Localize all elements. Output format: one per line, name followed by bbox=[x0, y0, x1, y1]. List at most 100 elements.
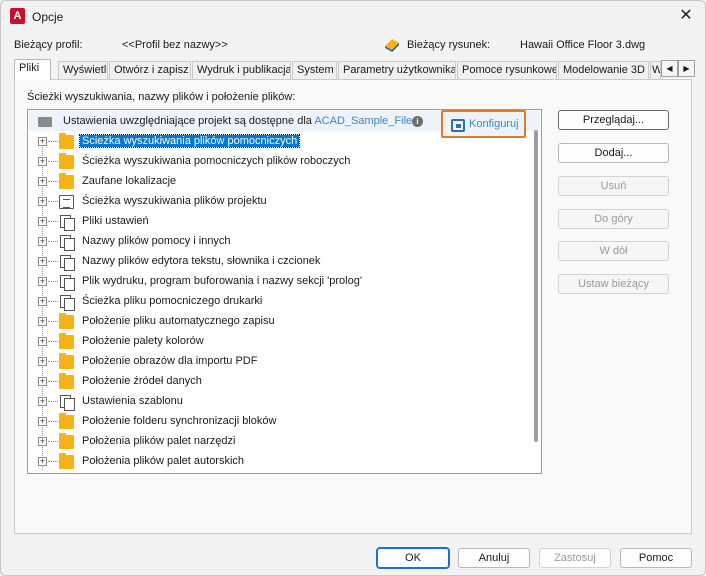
tree-connector bbox=[48, 441, 58, 442]
expand-icon[interactable]: + bbox=[38, 277, 47, 286]
tree-item-label: Położenia plików palet autorskich bbox=[82, 455, 245, 467]
tree-item[interactable]: + Plik wydruku, program buforowania i naz… bbox=[28, 272, 528, 292]
tab-wydruk-i-publikacja[interactable]: Wydruk i publikacja bbox=[192, 61, 291, 79]
tree-item-label: Nazwy plików pomocy i innych bbox=[82, 235, 231, 247]
browse-button[interactable]: Przeglądaj... bbox=[558, 110, 669, 130]
expand-icon[interactable]: + bbox=[38, 457, 47, 466]
tree-item[interactable]: + Pliki ustawień bbox=[28, 212, 528, 232]
search-paths-tree[interactable]: Ustawienia uwzględniające projekt są dos… bbox=[27, 109, 542, 474]
tree-item-label: Pliki ustawień bbox=[82, 215, 149, 227]
tree-item[interactable]: + Położenie palety kolorów bbox=[28, 332, 528, 352]
tree-item[interactable]: + Ścieżka pliku pomocniczego drukarki bbox=[28, 292, 528, 312]
ok-button[interactable]: OK bbox=[376, 547, 450, 569]
tab-modelowanie-3d[interactable]: Modelowanie 3D bbox=[558, 61, 649, 79]
tree-scrollbar[interactable] bbox=[534, 130, 538, 442]
folder-icon bbox=[59, 153, 74, 169]
expand-icon[interactable]: + bbox=[38, 357, 47, 366]
tab-truncated[interactable]: W bbox=[650, 61, 661, 79]
tree-item[interactable]: + Ścieżka wyszukiwania plików pomocniczyc… bbox=[28, 132, 528, 152]
documents-icon bbox=[59, 395, 75, 411]
folder-icon bbox=[59, 353, 74, 369]
set-current-button[interactable]: Ustaw bieżący bbox=[558, 274, 669, 294]
project-settings-message: Ustawienia uwzględniające projekt są dos… bbox=[63, 115, 315, 127]
documents-icon bbox=[59, 295, 75, 311]
expand-icon[interactable]: + bbox=[38, 237, 47, 246]
tree-item[interactable]: + Ścieżka wyszukiwania pomocniczych plikó… bbox=[28, 152, 528, 172]
expand-icon[interactable]: + bbox=[38, 297, 47, 306]
folder-icon bbox=[59, 313, 74, 329]
expand-icon[interactable]: + bbox=[38, 137, 47, 146]
tab-strip: Pliki Wyświetl Otwórz i zapisz Wydruk i … bbox=[14, 59, 695, 80]
tree-item-label: Ścieżka wyszukiwania plików projektu bbox=[82, 195, 267, 207]
drawing-icon bbox=[385, 39, 399, 52]
tree-item-label: Plik wydruku, program buforowania i nazw… bbox=[82, 275, 362, 287]
configure-label: Konfiguruj bbox=[469, 118, 519, 130]
tree-item[interactable]: + Ustawienia szablonu bbox=[28, 392, 528, 412]
tab-otworz-i-zapisz[interactable]: Otwórz i zapisz bbox=[109, 61, 191, 79]
expand-icon[interactable]: + bbox=[38, 197, 47, 206]
tree-item[interactable]: + Zaufane lokalizacje bbox=[28, 172, 528, 192]
expand-icon[interactable]: + bbox=[38, 317, 47, 326]
tree-item-label: Ustawienia szablonu bbox=[82, 395, 183, 407]
tab-scroll: ◀ ▶ bbox=[661, 60, 695, 77]
tab-pliki[interactable]: Pliki bbox=[14, 59, 51, 80]
expand-icon[interactable]: + bbox=[38, 157, 47, 166]
expand-icon[interactable]: + bbox=[38, 337, 47, 346]
folder-icon bbox=[59, 433, 74, 449]
tree-connector bbox=[48, 261, 58, 262]
folder-icon bbox=[59, 333, 74, 349]
tree-connector bbox=[48, 321, 58, 322]
tree-connector bbox=[48, 341, 58, 342]
help-button[interactable]: Pomoc bbox=[620, 548, 692, 568]
tree-item-label: Ścieżka pliku pomocniczego drukarki bbox=[82, 295, 263, 307]
current-profile-label: Bieżący profil: bbox=[14, 39, 83, 51]
folder-icon bbox=[59, 173, 74, 189]
tree-connector bbox=[48, 421, 58, 422]
tree-item[interactable]: + Położenia plików palet narzędzi bbox=[28, 432, 528, 452]
expand-icon[interactable]: + bbox=[38, 437, 47, 446]
tree-item[interactable]: + Położenie pliku automatycznego zapisu bbox=[28, 312, 528, 332]
tree-item-label: Położenie pliku automatycznego zapisu bbox=[82, 315, 275, 327]
tab-system[interactable]: System bbox=[292, 61, 337, 79]
move-down-button[interactable]: W dół bbox=[558, 241, 669, 261]
tree-item[interactable]: + Położenie folderu synchronizacji bloków bbox=[28, 412, 528, 432]
remove-button[interactable]: Usuń bbox=[558, 176, 669, 196]
expand-icon[interactable]: + bbox=[38, 377, 47, 386]
tab-wyswietl[interactable]: Wyświetl bbox=[58, 61, 108, 79]
tree-connector bbox=[48, 301, 58, 302]
add-button[interactable]: Dodaj... bbox=[558, 143, 669, 163]
tree-item[interactable]: + Ścieżka wyszukiwania plików projektu bbox=[28, 192, 528, 212]
tree-item[interactable]: + Położenia plików palet autorskich bbox=[28, 452, 528, 472]
info-icon[interactable]: i bbox=[412, 116, 423, 127]
tab-pomoce-rysunkowe[interactable]: Pomoce rysunkowe bbox=[457, 61, 557, 79]
cancel-button[interactable]: Anuluj bbox=[458, 548, 530, 568]
tree-connector bbox=[48, 461, 58, 462]
move-up-button[interactable]: Do góry bbox=[558, 209, 669, 229]
project-settings-header: Ustawienia uwzględniające projekt są dos… bbox=[29, 110, 540, 138]
tree-item-label: Ścieżka wyszukiwania pomocniczych plików… bbox=[82, 155, 351, 167]
close-icon[interactable]: ✕ bbox=[675, 5, 697, 27]
expand-icon[interactable]: + bbox=[38, 217, 47, 226]
tree-item-label: Ścieżka wyszukiwania plików pomocniczych bbox=[78, 134, 301, 148]
tab-parametry-uzytkownika[interactable]: Parametry użytkownika bbox=[338, 61, 456, 79]
expand-icon[interactable]: + bbox=[38, 397, 47, 406]
tree-item[interactable]: + Nazwy plików edytora tekstu, słownika i… bbox=[28, 252, 528, 272]
tree-connector bbox=[48, 161, 58, 162]
tree-item[interactable]: + Położenie źródeł danych bbox=[28, 372, 528, 392]
tab-scroll-left-icon[interactable]: ◀ bbox=[661, 60, 678, 77]
expand-icon[interactable]: + bbox=[38, 257, 47, 266]
project-name-link[interactable]: ACAD_Sample_Files bbox=[314, 115, 417, 127]
apply-button[interactable]: Zastosuj bbox=[539, 548, 611, 568]
tab-scroll-right-icon[interactable]: ▶ bbox=[678, 60, 695, 77]
expand-icon[interactable]: + bbox=[38, 417, 47, 426]
tree-item[interactable]: + Położenie obrazów dla importu PDF bbox=[28, 352, 528, 372]
current-drawing-label: Bieżący rysunek: bbox=[407, 39, 491, 51]
expand-icon[interactable]: + bbox=[38, 177, 47, 186]
title-bar: A Opcje ✕ bbox=[1, 1, 705, 33]
tree-item[interactable]: + Nazwy plików pomocy i innych bbox=[28, 232, 528, 252]
project-settings-text: Ustawienia uwzględniające projekt są dos… bbox=[63, 115, 418, 127]
current-profile-value: <<Profil bez nazwy>> bbox=[122, 39, 228, 51]
tree-item-label: Położenie folderu synchronizacji bloków bbox=[82, 415, 277, 427]
tree-item-label: Położenia plików palet narzędzi bbox=[82, 435, 236, 447]
configure-icon bbox=[451, 119, 465, 132]
